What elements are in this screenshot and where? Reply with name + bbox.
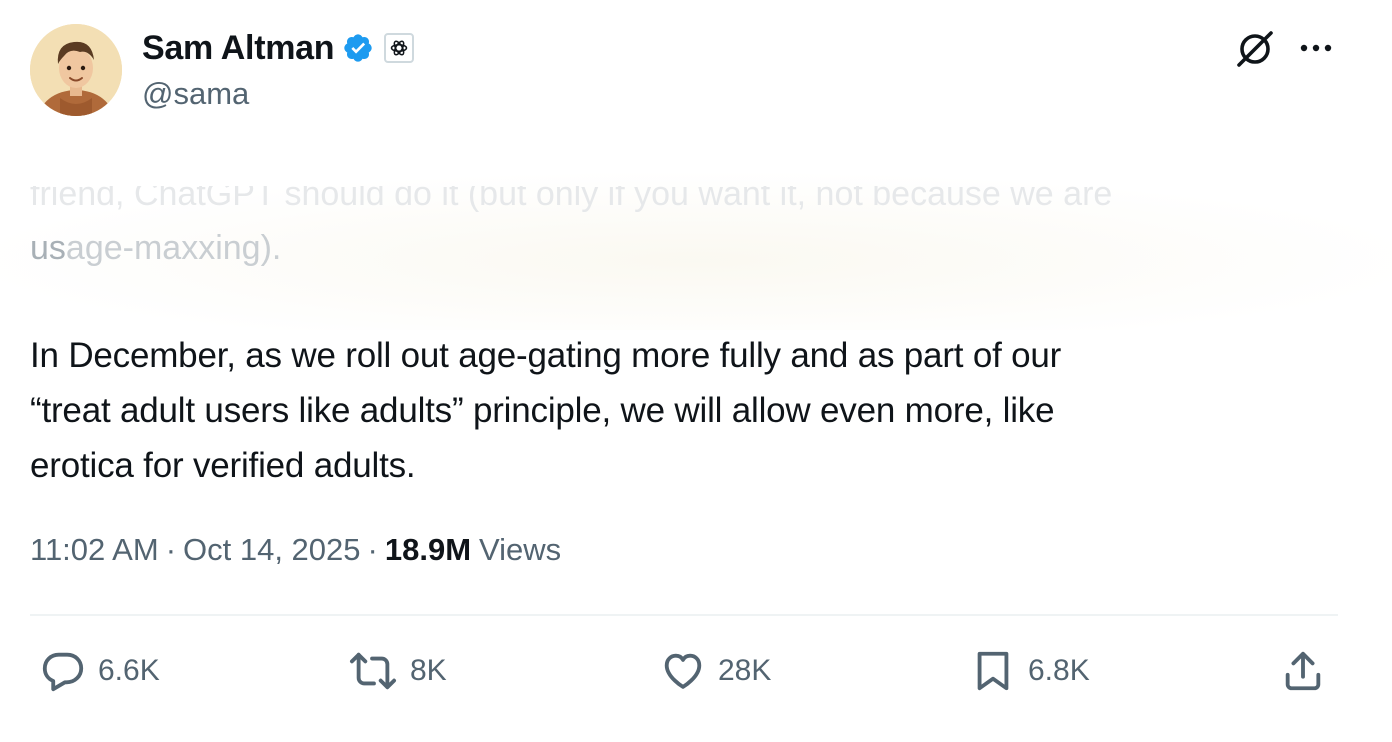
truncated-text-area: friend, ChatGPT should do it (but only i… <box>0 140 1392 330</box>
heart-icon <box>664 653 702 689</box>
bookmark-icon <box>977 651 1009 691</box>
openai-logo-icon[interactable] <box>384 33 415 63</box>
avatar-image <box>30 24 122 116</box>
meta-separator: · <box>165 532 177 567</box>
author-name-row: Sam Altman <box>142 26 415 70</box>
grok-icon[interactable] <box>1233 27 1277 71</box>
faded-text-line-2-rest: age-maxxing). <box>65 229 282 267</box>
like-button[interactable]: 28K <box>660 648 771 694</box>
reply-icon <box>42 652 84 692</box>
bookmark-count: 6.8K <box>1028 654 1090 687</box>
share-icon <box>1285 651 1321 691</box>
verified-badge-icon[interactable] <box>342 32 374 64</box>
repost-button[interactable]: 8K <box>348 648 447 694</box>
avatar[interactable] <box>30 24 122 116</box>
more-options-icon[interactable] <box>1296 38 1336 58</box>
divider <box>30 614 1338 616</box>
views-label[interactable]: Views <box>479 532 561 568</box>
bookmark-button[interactable]: 6.8K <box>970 648 1090 694</box>
faded-text-line-2-start: us <box>30 229 66 267</box>
tweet-meta: 11:02 AM · Oct 14, 2025 · 18.9M Views <box>30 532 561 568</box>
reply-count: 6.6K <box>98 654 160 687</box>
tweet-card: Sam Altman @sama friend, ChatGPT should … <box>0 0 1392 742</box>
views-count[interactable]: 18.9M <box>385 532 471 568</box>
faded-text-line: usage-maxxing). <box>30 220 281 276</box>
faded-text-line: friend, ChatGPT should do it (but only i… <box>30 162 1330 216</box>
meta-separator: · <box>367 532 378 567</box>
tweet-body: In December, as we roll out age-gating m… <box>30 328 1350 493</box>
tweet-date[interactable]: Oct 14, 2025 <box>183 532 361 568</box>
tweet-body-line: erotica for verified adults. <box>30 446 416 485</box>
author-display-name[interactable]: Sam Altman <box>142 29 335 68</box>
share-button[interactable] <box>1280 648 1326 694</box>
repost-icon <box>349 652 396 690</box>
tweet-body-line: In December, as we roll out age-gating m… <box>30 336 1062 375</box>
repost-count: 8K <box>410 654 447 687</box>
tweet-body-line: “treat adult users like adults” principl… <box>30 391 1055 430</box>
openai-knot-icon <box>391 40 408 56</box>
reply-button[interactable]: 6.6K <box>40 648 160 694</box>
faded-text-line-1: friend, ChatGPT should do it (but only i… <box>30 186 1113 213</box>
like-count: 28K <box>718 654 772 687</box>
author-handle[interactable]: @sama <box>142 76 249 112</box>
tweet-time[interactable]: 11:02 AM <box>30 532 159 568</box>
